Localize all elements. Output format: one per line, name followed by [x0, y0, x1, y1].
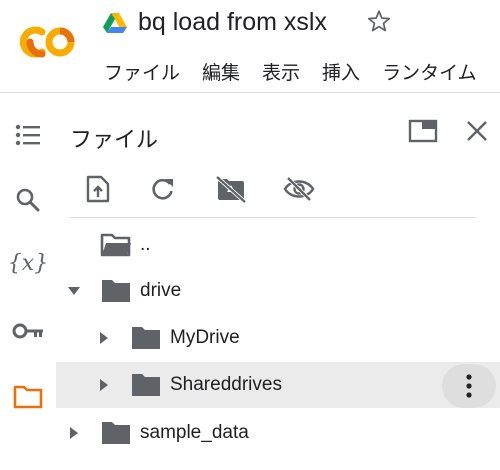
refresh-icon[interactable]	[145, 171, 181, 207]
files-panel-title: ファイル	[70, 127, 159, 152]
caret-right-icon[interactable]	[94, 375, 114, 395]
tree-row-mydrive[interactable]: MyDrive	[56, 315, 500, 361]
star-icon[interactable]	[366, 8, 392, 34]
caret-right-icon[interactable]	[64, 423, 84, 443]
folder-icon	[102, 422, 130, 444]
variables-icon[interactable]: {x}	[8, 245, 48, 281]
folder-icon	[132, 327, 160, 349]
close-icon[interactable]	[460, 114, 494, 148]
tree-label: drive	[140, 280, 182, 301]
search-icon[interactable]	[10, 182, 46, 218]
folder-open-icon	[100, 233, 131, 257]
caret-down-icon[interactable]	[64, 281, 84, 301]
hide-files-icon[interactable]	[281, 171, 317, 207]
secrets-key-icon[interactable]	[10, 313, 46, 349]
more-options-button[interactable]	[442, 364, 496, 408]
menu-item-edit[interactable]: 編集	[202, 58, 240, 84]
tree-row-shareddrives[interactable]: Shareddrives	[56, 362, 500, 408]
google-drive-icon	[103, 13, 127, 33]
tree-label: MyDrive	[170, 327, 240, 348]
toolbar-divider	[70, 217, 476, 218]
caret-right-icon[interactable]	[94, 328, 114, 348]
tree-row-parent[interactable]: ..	[56, 222, 500, 268]
menu-bar: ファイル 編集 表示 挿入 ランタイム	[104, 58, 477, 84]
tree-row-drive[interactable]: drive	[56, 268, 500, 314]
menu-item-runtime[interactable]: ランタイム	[382, 58, 477, 84]
move-to-tab-icon[interactable]	[406, 116, 440, 146]
upload-icon[interactable]	[80, 171, 116, 207]
folder-icon[interactable]	[10, 378, 46, 414]
menu-item-insert[interactable]: 挿入	[322, 58, 360, 84]
folder-icon	[102, 280, 130, 302]
tree-label: Shareddrives	[170, 374, 282, 395]
colab-logo[interactable]	[18, 22, 78, 62]
tree-row-sample-data[interactable]: sample_data	[56, 410, 500, 456]
notebook-header: bq load from xslx ファイル 編集 表示 挿入 ランタイム	[0, 0, 500, 92]
table-of-contents-icon[interactable]	[10, 117, 46, 153]
notebook-title[interactable]: bq load from xslx	[138, 8, 327, 37]
more-vert-icon	[466, 374, 472, 398]
side-rail: {x}	[0, 93, 56, 470]
tree-label: ..	[140, 234, 151, 255]
menu-item-view[interactable]: 表示	[262, 58, 300, 84]
mount-drive-icon[interactable]	[213, 171, 249, 207]
header-divider	[0, 92, 500, 93]
folder-icon	[132, 374, 160, 396]
tree-label: sample_data	[140, 422, 249, 443]
menu-item-file[interactable]: ファイル	[104, 58, 180, 84]
